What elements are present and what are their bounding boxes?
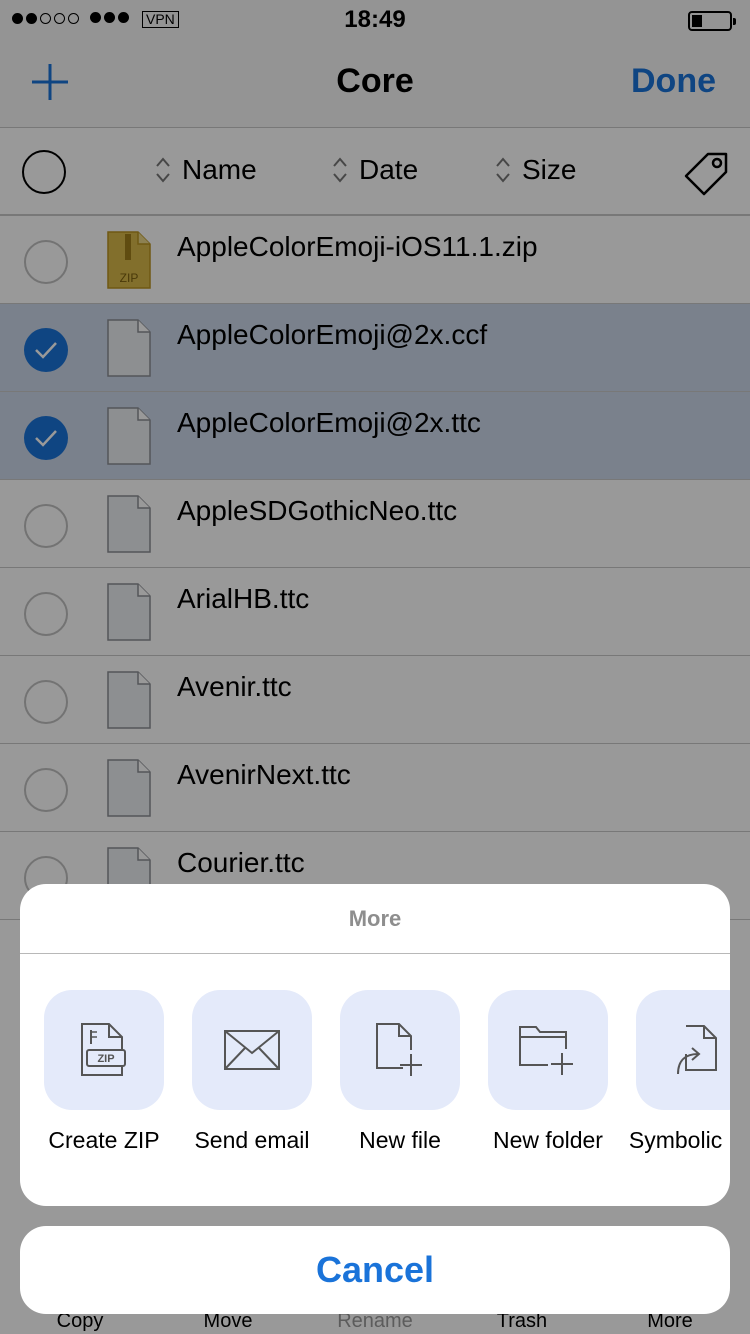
- action-list: ZIP Create ZIP Send email New file New f…: [20, 954, 730, 1206]
- action-label: Send email: [194, 1127, 310, 1153]
- action-label: Create ZIP: [48, 1127, 160, 1153]
- more-action-sheet: More ZIP Create ZIP Send email New file …: [20, 884, 730, 1206]
- new-folder-tile[interactable]: [488, 990, 608, 1110]
- new-folder-icon: [519, 1026, 573, 1075]
- send-email-tile[interactable]: [192, 990, 312, 1110]
- zip-icon: ZIP: [81, 1023, 126, 1076]
- svg-text:ZIP: ZIP: [97, 1053, 114, 1065]
- action-label: Symbolic link: [628, 1127, 730, 1153]
- action-label: New folder: [493, 1127, 603, 1153]
- envelope-icon: [224, 1030, 280, 1070]
- action-label: New file: [359, 1127, 441, 1153]
- sheet-title: More: [20, 884, 730, 954]
- new-file-icon: [376, 1023, 422, 1076]
- create-zip-tile[interactable]: ZIP: [44, 990, 164, 1110]
- new-file-tile[interactable]: [340, 990, 460, 1110]
- cancel-button[interactable]: Cancel: [20, 1226, 730, 1314]
- symbolic-link-tile[interactable]: [636, 990, 730, 1110]
- symlink-icon: [677, 1025, 717, 1075]
